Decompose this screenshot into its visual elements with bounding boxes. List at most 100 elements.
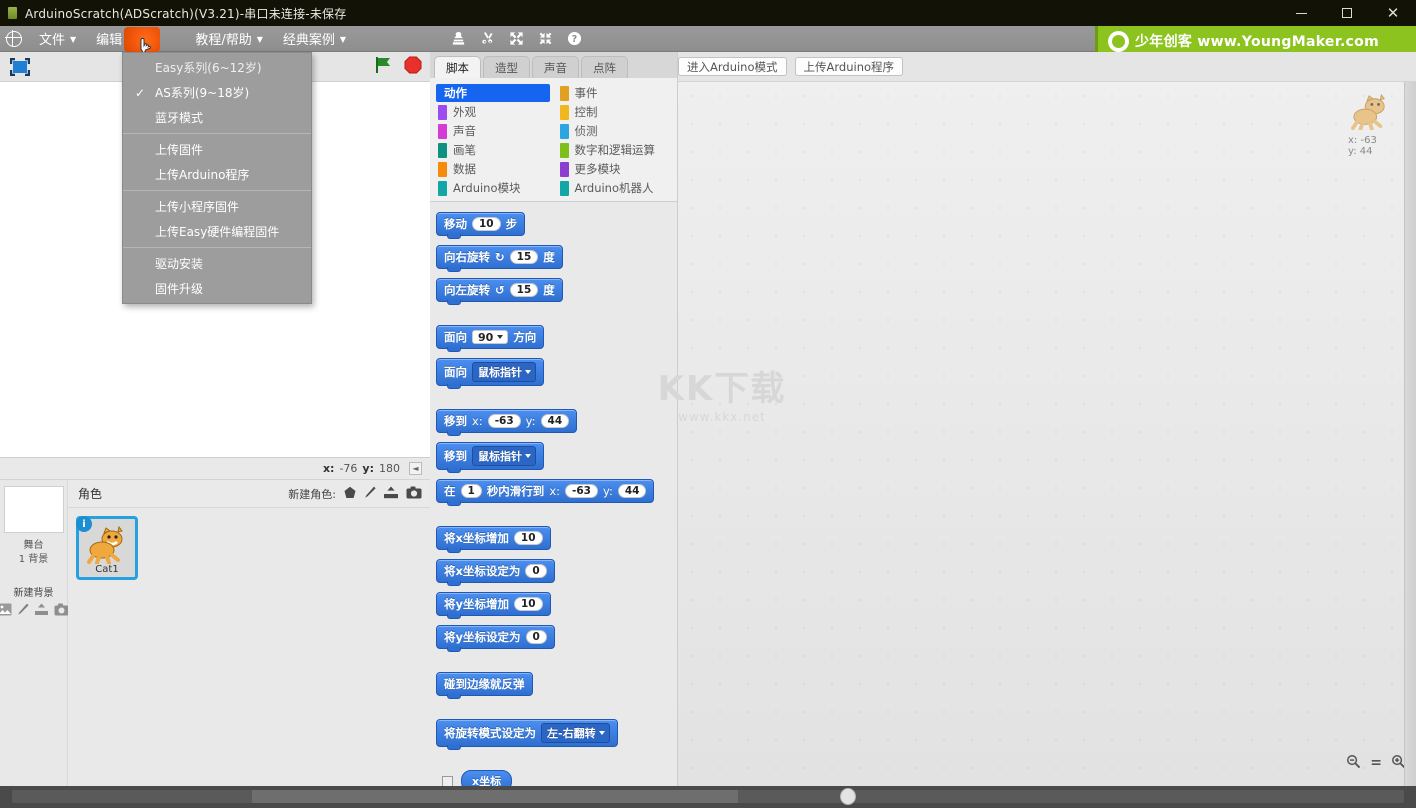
paint-icon[interactable] [364,486,376,502]
sprite-name-label: Cat1 [95,564,119,575]
block-rotation-style[interactable]: 将旋转模式设定为 左-右翻转 [436,719,618,750]
block-input-steps[interactable]: 10 [472,217,501,231]
category-data[interactable]: 数据 [436,160,550,178]
collapse-panel-button[interactable]: ◄ [409,462,422,475]
stage-selector[interactable]: 舞台 1 背景 新建背景 [0,480,69,786]
block-set-y[interactable]: 将y坐标设定为 0 [436,625,555,652]
stop-sign-icon[interactable] [404,56,422,77]
tab-scripts[interactable]: 脚本 [434,56,481,78]
green-flag-icon[interactable] [374,56,394,77]
maximize-button[interactable] [1324,0,1370,26]
upload-arduino-program-button[interactable]: 上传Arduino程序 [794,57,904,76]
block-dropdown-target[interactable]: 鼠标指针 [472,446,536,466]
block-point-direction[interactable]: 面向 90 方向 [436,325,545,352]
block-glide[interactable]: 在 1 秒内滑行到 x: -63 y: 44 [436,479,655,506]
tab-sounds[interactable]: 声音 [532,56,579,78]
block-input-x[interactable]: -63 [487,414,521,428]
enter-arduino-mode-button[interactable]: 进入Arduino模式 [678,57,787,76]
category-operators[interactable]: 数字和逻辑运算 [558,141,672,159]
block-input-y[interactable]: 44 [540,414,570,428]
sprite-info-badge[interactable]: i [76,516,92,532]
menu-item-label: 上传Easy硬件编程固件 [155,225,280,239]
scrollbar-handle[interactable] [840,788,856,805]
upload-icon[interactable] [383,486,399,502]
minimize-button[interactable] [1278,0,1324,26]
menu-item-firmware-upgrade[interactable]: 固件升级 [123,276,311,301]
menu-item-driver-install[interactable]: 驱动安装 [123,251,311,276]
zoom-out-icon[interactable] [1346,754,1361,772]
category-more-blocks[interactable]: 更多模块 [558,160,672,178]
block-input-value[interactable]: 10 [514,597,543,611]
block-goto-target[interactable]: 移到 鼠标指针 [436,442,544,473]
category-arduino-modules[interactable]: Arduino模块 [436,179,550,197]
camera-icon[interactable] [406,486,422,502]
menu-item-upload-arduino-program[interactable]: 上传Arduino程序 [123,162,311,187]
shrink-icon[interactable] [538,31,553,46]
cut-icon[interactable] [480,31,495,46]
block-change-y[interactable]: 将y坐标增加 10 [436,592,551,619]
tab-costumes[interactable]: 造型 [483,56,530,78]
close-button[interactable]: ✕ [1370,0,1416,26]
stamp-icon[interactable] [451,31,466,46]
category-pen[interactable]: 画笔 [436,141,550,159]
reporter-checkbox-x[interactable] [442,775,453,787]
menu-item-upload-easy-hardware-firmware[interactable]: 上传Easy硬件编程固件 [123,219,311,244]
paint-icon[interactable] [17,603,29,619]
bottom-scrollbar[interactable] [0,786,1416,808]
menu-item-bluetooth-mode[interactable]: 蓝牙模式 [123,105,311,130]
scrollbar-track[interactable] [12,788,1404,805]
menu-examples[interactable]: 经典案例 ▼ [274,26,355,51]
sprite-tile-cat1[interactable]: i Cat1 [76,516,138,580]
block-input-y[interactable]: 44 [617,484,647,498]
category-sensing[interactable]: 侦测 [558,122,672,140]
library-icon[interactable] [0,603,12,619]
block-group-gap [436,756,677,770]
cat-sprite-thumbnail [87,526,123,564]
category-events[interactable]: 事件 [558,84,672,102]
menu-item-easy-series[interactable]: Easy系列(6~12岁) [123,55,311,80]
block-move[interactable]: 移动 10 步 [436,212,526,239]
block-change-x[interactable]: 将x坐标增加 10 [436,526,551,553]
category-looks[interactable]: 外观 [436,103,550,121]
block-input-value[interactable]: 10 [513,531,543,545]
block-palette[interactable]: 移动 10 步 向右旋转 ↻ 15 度 向左旋转 ↺ 15 度 面向 90 方向 [430,202,677,808]
help-icon[interactable]: ? [567,31,582,46]
stage-thumbnail[interactable] [3,486,64,533]
category-control[interactable]: 控制 [558,103,672,121]
globe-icon[interactable] [5,29,22,47]
block-dropdown-direction[interactable]: 90 [472,330,509,344]
block-dropdown-target[interactable]: 鼠标指针 [472,362,536,382]
script-canvas[interactable]: KK下载 www.kkx.net x: -63 y: 44 = [658,82,1416,786]
block-set-x[interactable]: 将x坐标设定为 0 [436,559,555,586]
block-input-value[interactable]: 0 [525,630,547,644]
category-arduino-robot[interactable]: Arduino机器人 [558,179,672,197]
zoom-reset-icon[interactable]: = [1370,755,1382,771]
block-input-value[interactable]: 0 [525,564,547,578]
device-dropdown-menu[interactable]: Easy系列(6~12岁) ✓ AS系列(9~18岁) 蓝牙模式 上传固件 上传… [122,52,312,304]
camera-icon[interactable] [54,603,69,619]
block-input-seconds[interactable]: 1 [460,484,482,498]
menu-item-upload-firmware[interactable]: 上传固件 [123,137,311,162]
menu-item-label: AS系列(9~18岁) [155,86,250,100]
block-input-degrees[interactable]: 15 [509,250,539,264]
menu-file[interactable]: 文件 ▼ [30,26,85,51]
block-bounce-on-edge[interactable]: 碰到边缘就反弹 [436,672,533,699]
menu-item-upload-miniprogram-firmware[interactable]: 上传小程序固件 [123,194,311,219]
block-turn-left[interactable]: 向左旋转 ↺ 15 度 [436,278,563,305]
block-input-degrees[interactable]: 15 [509,283,539,297]
canvas-vertical-scrollbar[interactable] [1404,82,1416,786]
block-dropdown-rotation[interactable]: 左-右翻转 [541,723,610,743]
category-sound[interactable]: 声音 [436,122,550,140]
block-turn-right[interactable]: 向右旋转 ↻ 15 度 [436,245,563,272]
menu-tutorial-help[interactable]: 教程/帮助 ▼ [186,26,272,51]
upload-icon[interactable] [34,603,49,619]
block-input-x[interactable]: -63 [565,484,598,498]
tab-matrix[interactable]: 点阵 [581,56,628,78]
library-icon[interactable] [343,486,357,502]
fullscreen-icon[interactable] [9,57,31,77]
grow-icon[interactable] [509,31,524,46]
menu-item-as-series[interactable]: ✓ AS系列(9~18岁) [123,80,311,105]
block-point-towards[interactable]: 面向 鼠标指针 [436,358,544,389]
category-motion[interactable]: 动作 [436,84,550,102]
block-goto-xy[interactable]: 移到 x: -63 y: 44 [436,409,578,436]
